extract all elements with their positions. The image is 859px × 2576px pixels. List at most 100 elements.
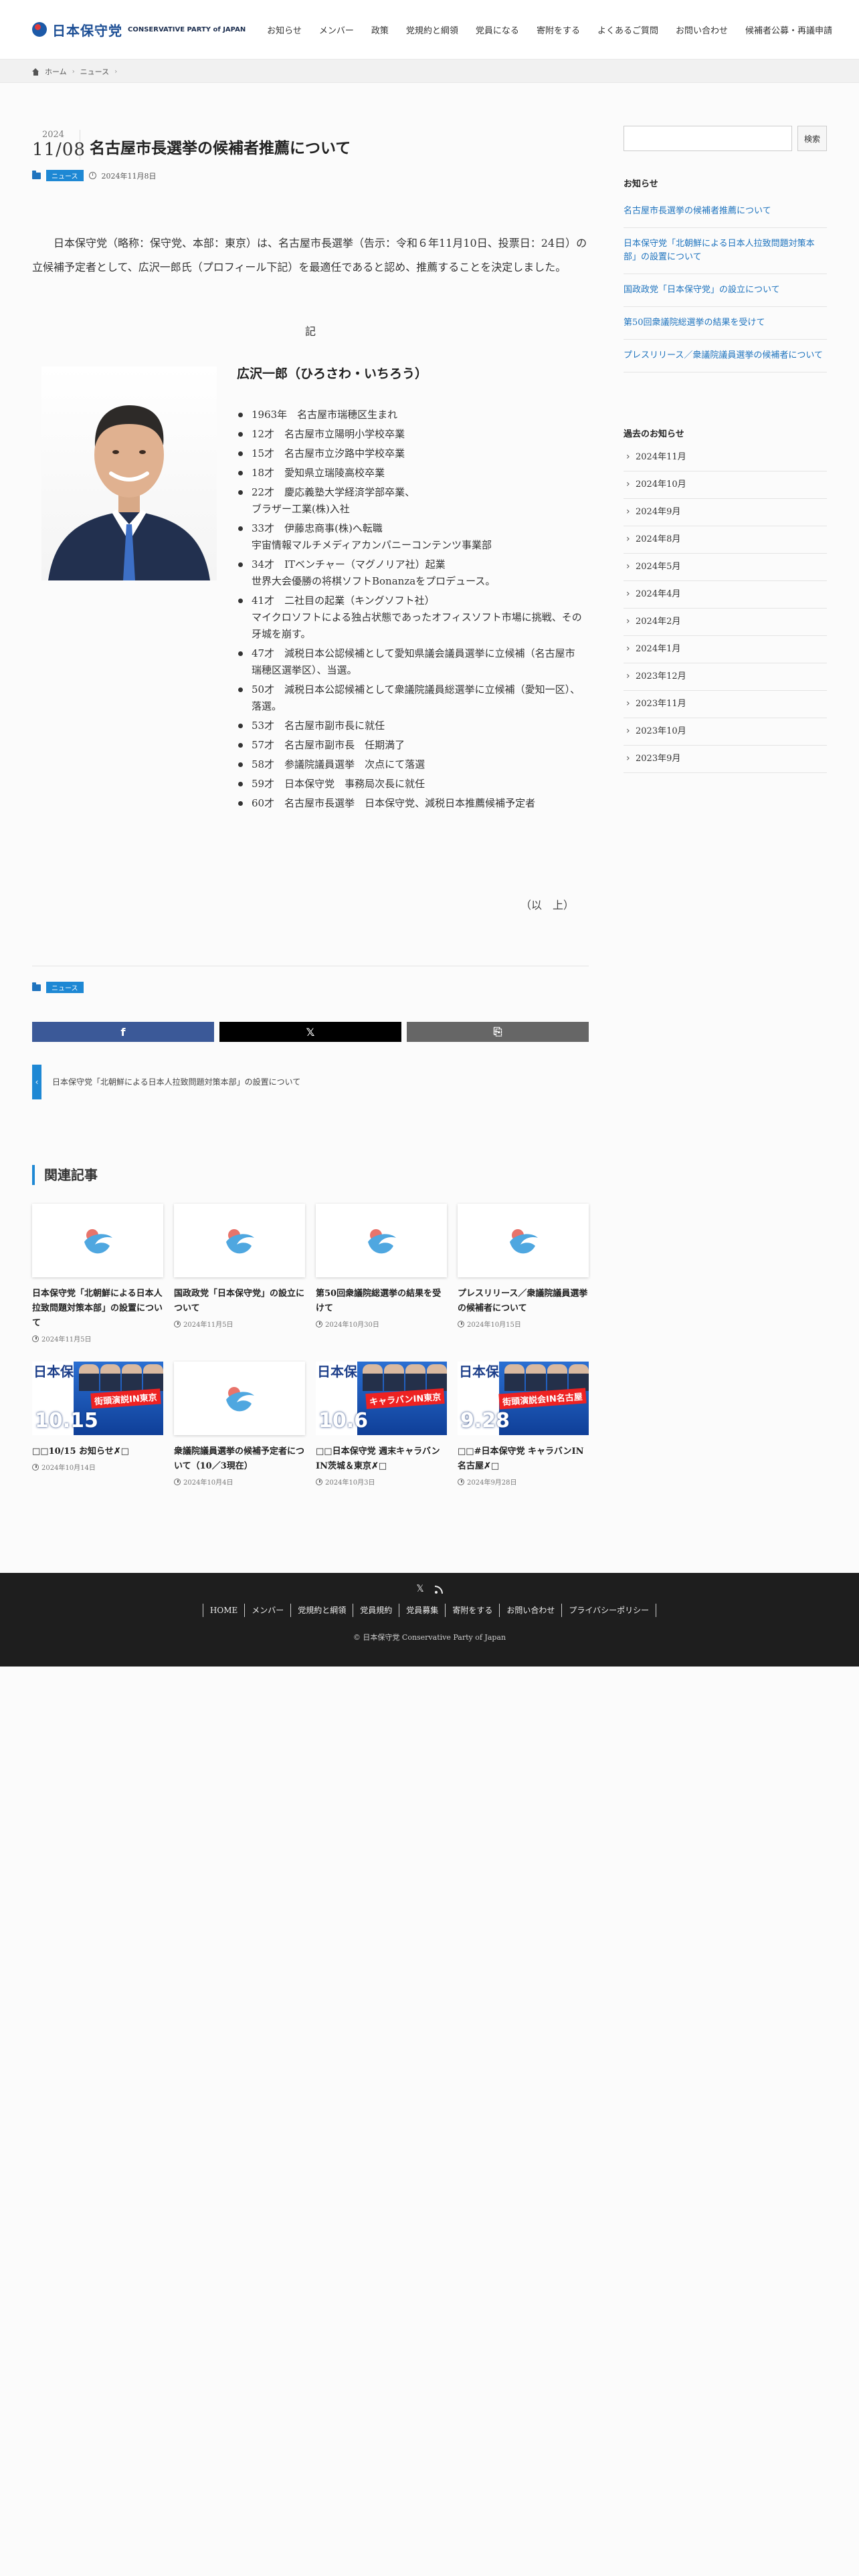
nav-item-faq[interactable]: よくあるご質問	[597, 23, 658, 36]
nav-item-news[interactable]: お知らせ	[267, 23, 302, 36]
archive-link[interactable]: 2024年2月	[624, 609, 827, 636]
banner-tag: キャラバンIN東京	[365, 1388, 445, 1410]
post-year: 2024	[41, 130, 65, 140]
clock-icon	[32, 1335, 39, 1342]
page-title: 名古屋市長選挙の候補者推薦について	[90, 139, 351, 157]
footer-link-rules[interactable]: 党規約と綱領	[290, 1604, 353, 1617]
career-item: 58才 参議院議員選挙 次点にて落選	[237, 756, 585, 773]
logo-text-jp: 日本保守党	[52, 22, 122, 39]
post-footer-meta: ニュース	[32, 982, 84, 993]
prev-post-link[interactable]: ‹ 日本保守党「北朝鮮による日本人拉致問題対策本部」の設置について	[32, 1065, 313, 1099]
archive-link[interactable]: 2024年10月	[624, 471, 827, 499]
related-card-date: 2024年9月28日	[458, 1477, 589, 1487]
career-item: 47才 減税日本公認候補として愛知県議会議員選挙に立候補（名古屋市瑞穂区選挙区）…	[237, 645, 585, 679]
site-logo[interactable]: 日本保守党 CONSERVATIVE PARTY of JAPAN	[32, 20, 246, 39]
nav-item-join[interactable]: 党員になる	[476, 23, 519, 36]
archive-link[interactable]: 2023年11月	[624, 691, 827, 718]
related-card[interactable]: 国政政党「日本保守党」の設立について 2024年11月5日	[174, 1204, 305, 1329]
related-card-date: 2024年11月5日	[174, 1319, 305, 1329]
archive-link[interactable]: 2023年10月	[624, 718, 827, 746]
nav-item-donate[interactable]: 寄附をする	[537, 23, 580, 36]
nav-item-rules[interactable]: 党規約と綱領	[406, 23, 458, 36]
banner-date: 10.6	[318, 1409, 369, 1432]
archive-link[interactable]: 2023年9月	[624, 746, 827, 773]
clock-icon	[316, 1478, 322, 1485]
nav-item-contact[interactable]: お問い合わせ	[676, 23, 728, 36]
clock-icon	[174, 1320, 181, 1327]
archive-link[interactable]: 2023年12月	[624, 663, 827, 691]
clock-icon	[458, 1478, 464, 1485]
party-logo-icon	[84, 1229, 112, 1254]
related-card-banner: 日本保 キャラバンIN東京 10.6	[316, 1362, 447, 1435]
related-card-date: 2024年10月30日	[316, 1319, 447, 1329]
related-card[interactable]: 日本保 キャラバンIN東京 10.6 □□日本保守党 週末キャラバンIN茨城＆東京✗□…	[316, 1362, 447, 1487]
related-card[interactable]: 日本保守党「北朝鮮による日本人拉致問題対策本部」の設置について 2024年11月5…	[32, 1204, 163, 1344]
notice-link[interactable]: 国政政党「日本保守党」の設立について	[624, 274, 827, 307]
archive-link[interactable]: 2024年8月	[624, 526, 827, 554]
banner-tag: 街頭演説IN東京	[90, 1388, 161, 1409]
notice-list: 名古屋市長選挙の候補者推薦について 日本保守党「北朝鮮による日本人拉致問題対策本…	[624, 195, 827, 372]
career-item: 15才 名古屋市立汐路中学校卒業	[237, 445, 585, 462]
share-buttons: f 𝕏 ⎘	[32, 1022, 589, 1042]
career-item: 22才 慶応義塾大学経済学部卒業、 ブラザー工業(株)入社	[237, 484, 585, 518]
related-card-title: 日本保守党「北朝鮮による日本人拉致問題対策本部」の設置について	[32, 1289, 163, 1328]
related-card-date: 2024年10月3日	[316, 1477, 447, 1487]
share-facebook-button[interactable]: f	[32, 1022, 214, 1042]
chevron-right-icon: ›	[114, 68, 118, 76]
notice-link[interactable]: 第50回衆議院総選挙の結果を受けて	[624, 307, 827, 340]
folder-icon	[32, 170, 41, 179]
career-item: 50才 減税日本公認候補として衆議院議員総選挙に立候補（愛知一区）、落選。	[237, 681, 585, 715]
category-badge[interactable]: ニュース	[46, 170, 84, 181]
share-x-button[interactable]: 𝕏	[219, 1022, 401, 1042]
x-icon[interactable]: 𝕏	[416, 1584, 423, 1594]
footer-link-privacy[interactable]: プライバシーポリシー	[561, 1604, 657, 1617]
chevron-left-icon: ‹	[32, 1065, 41, 1099]
related-card-title: 衆議院議員選挙の候補予定者について（10／3現在）	[174, 1446, 305, 1471]
nav-item-candidates[interactable]: 候補者公募・再議申請	[745, 23, 832, 36]
archive-link[interactable]: 2024年5月	[624, 554, 827, 581]
breadcrumb-category[interactable]: ニュース	[80, 66, 109, 77]
search-input[interactable]	[624, 126, 792, 151]
banner-date: 9.28	[460, 1409, 510, 1432]
search-button[interactable]: 検索	[797, 126, 827, 151]
archive-link[interactable]: 2024年11月	[624, 444, 827, 471]
notice-link[interactable]: プレスリリース／衆議院議員選挙の候補者について	[624, 340, 827, 372]
footer-link-home[interactable]: HOME	[202, 1604, 244, 1617]
footer-link-members[interactable]: メンバー	[244, 1604, 290, 1617]
copyright: © 日本保守党 Conservative Party of Japan	[353, 1633, 506, 1642]
post-header: 2024 11/08 名古屋市長選挙の候補者推薦について ニュース 2024年1…	[32, 130, 589, 197]
archive-link[interactable]: 2024年4月	[624, 581, 827, 609]
ki-heading: 記	[305, 325, 316, 338]
related-card-title: プレスリリース／衆議院議員選挙の候補者について	[458, 1289, 588, 1313]
footer-link-member-rules[interactable]: 党員規約	[353, 1604, 399, 1617]
related-card[interactable]: 日本保 街頭演説IN東京 10.15 □□10/15 お知らせ✗□ 2024年10月14…	[32, 1362, 163, 1472]
nav-item-members[interactable]: メンバー	[319, 23, 354, 36]
related-card[interactable]: 日本保 街頭演説会IN名古屋 9.28 □□#日本保守党 キャラバンIN名古屋✗□ 20…	[458, 1362, 589, 1487]
footer-link-donate[interactable]: 寄附をする	[445, 1604, 499, 1617]
copy-link-button[interactable]: ⎘	[407, 1022, 589, 1042]
chevron-right-icon: ›	[72, 68, 75, 76]
rss-icon[interactable]	[434, 1586, 443, 1594]
archive-link[interactable]: 2024年1月	[624, 636, 827, 663]
notice-link[interactable]: 日本保守党「北朝鮮による日本人拉致問題対策本部」の設置について	[624, 228, 827, 274]
banner-party-label: 日本保	[33, 1364, 74, 1380]
related-card-title: 国政政党「日本保守党」の設立について	[174, 1289, 305, 1313]
career-item: 18才 愛知県立瑞陵高校卒業	[237, 465, 585, 481]
banner-party-label: 日本保	[459, 1364, 499, 1380]
notice-link[interactable]: 名古屋市長選挙の候補者推薦について	[624, 195, 827, 228]
party-logo-icon	[226, 1229, 254, 1254]
career-item: 59才 日本保守党 事務局次長に就任	[237, 776, 585, 792]
career-item: 53才 名古屋市副市長に就任	[237, 718, 585, 734]
career-item: 33才 伊藤忠商事(株)へ転職 宇宙情報マルチメディアカンパニーコンテンツ事業部	[237, 520, 585, 554]
related-card[interactable]: 第50回衆議院総選挙の結果を受けて 2024年10月30日	[316, 1204, 447, 1329]
related-card[interactable]: 衆議院議員選挙の候補予定者について（10／3現在） 2024年10月4日	[174, 1362, 305, 1487]
logo-text-en: CONSERVATIVE PARTY of JAPAN	[128, 25, 246, 33]
breadcrumb-home[interactable]: ホーム	[45, 66, 67, 77]
archive-link[interactable]: 2024年9月	[624, 499, 827, 526]
nav-item-policy[interactable]: 政策	[371, 23, 389, 36]
category-badge[interactable]: ニュース	[46, 982, 84, 993]
footer-link-recruit[interactable]: 党員募集	[399, 1604, 445, 1617]
related-card[interactable]: プレスリリース／衆議院議員選挙の候補者について 2024年10月15日	[458, 1204, 589, 1329]
party-logo-icon	[368, 1229, 396, 1254]
footer-link-contact[interactable]: お問い合わせ	[499, 1604, 561, 1617]
